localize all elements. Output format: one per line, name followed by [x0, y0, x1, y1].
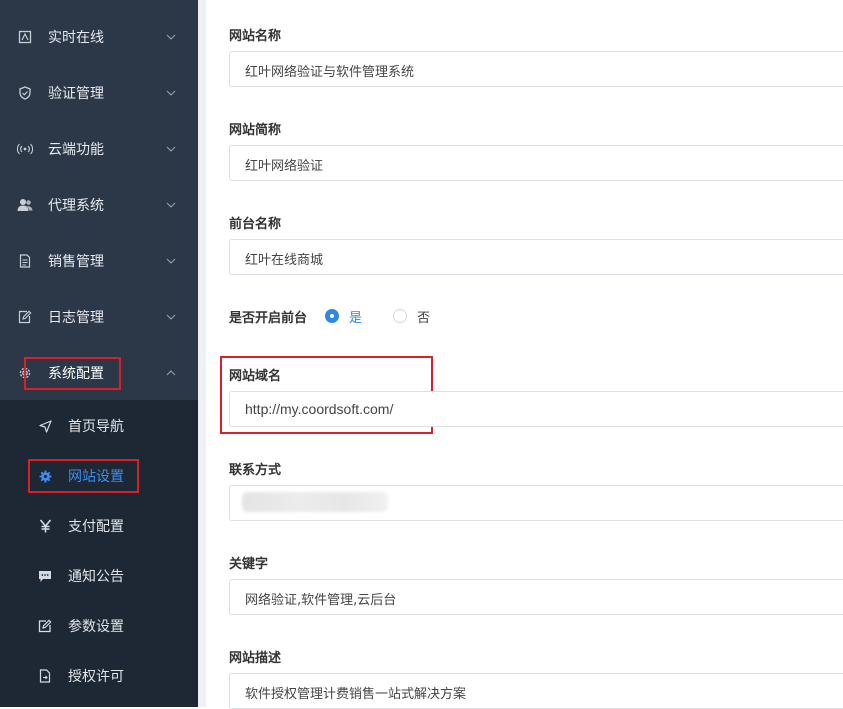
shield-icon	[16, 84, 34, 102]
users-icon	[16, 196, 34, 214]
chevron-up-icon	[166, 370, 176, 376]
yen-icon	[37, 518, 53, 534]
chat-icon	[37, 568, 53, 584]
front-name-label: 前台名称	[229, 217, 282, 232]
submenu-item-payment[interactable]: 支付配置	[0, 501, 198, 551]
chevron-down-icon	[166, 34, 176, 40]
sidebar-item-label: 云端功能	[48, 142, 104, 158]
sidebar-item-label: 实时在线	[48, 30, 104, 46]
document-icon	[16, 252, 34, 270]
license-icon	[37, 668, 53, 684]
sidebar-item-label: 日志管理	[48, 310, 104, 326]
domain-label: 网站域名	[229, 369, 282, 384]
edit-icon	[37, 618, 53, 634]
keywords-label: 关键字	[229, 557, 269, 572]
contact-label: 联系方式	[229, 463, 282, 478]
keywords-value: 网络验证,软件管理,云后台	[245, 593, 397, 608]
chevron-down-icon	[166, 314, 176, 320]
front-name-value: 红叶在线商城	[245, 253, 324, 268]
submenu-item-notice[interactable]: 通知公告	[0, 551, 198, 601]
chevron-down-icon	[166, 146, 176, 152]
navigation-icon	[37, 418, 53, 434]
highlight-system-config	[24, 357, 121, 390]
submenu-item-label: 支付配置	[68, 519, 124, 535]
site-short-name-label: 网站简称	[229, 123, 282, 138]
sidebar-item-label: 销售管理	[48, 254, 104, 270]
sidebar-item-verification[interactable]: 验证管理	[0, 65, 198, 121]
submenu-item-label: 参数设置	[68, 619, 124, 635]
front-toggle-no-label[interactable]: 否	[417, 307, 430, 326]
site-short-name-input[interactable]: 红叶网络验证	[229, 145, 843, 181]
sidebar-item-logs[interactable]: 日志管理	[0, 289, 198, 345]
submenu-item-home-nav[interactable]: 首页导航	[0, 401, 198, 451]
submenu-item-label: 首页导航	[68, 419, 124, 435]
submenu-item-license[interactable]: 授权许可	[0, 651, 198, 701]
sidebar-gutter	[198, 0, 206, 707]
broadcast-icon	[16, 140, 34, 158]
front-name-input[interactable]: 红叶在线商城	[229, 239, 843, 275]
highlight-site-settings	[28, 459, 139, 493]
domain-value: http://my.coordsoft.com/	[245, 401, 394, 417]
edit-log-icon	[16, 308, 34, 326]
keywords-input[interactable]: 网络验证,软件管理,云后台	[229, 579, 843, 615]
submenu-item-label: 通知公告	[68, 569, 124, 585]
site-name-value: 红叶网络验证与软件管理系统	[245, 65, 415, 80]
sidebar-item-sales[interactable]: 销售管理	[0, 233, 198, 289]
submenu-system-config: 首页导航 网站设置 支付配置 通知公告 参数设置 授权许可	[0, 400, 198, 707]
sidebar: 实时在线 验证管理 云端功能 代理系统 销售管理 日志管理 系统配置 首页导航 …	[0, 0, 198, 707]
contact-redacted	[242, 492, 388, 512]
monitor-icon	[16, 28, 34, 46]
description-label: 网站描述	[229, 651, 282, 666]
site-name-label: 网站名称	[229, 29, 282, 44]
description-input[interactable]: 软件授权管理计费销售一站式解决方案	[229, 673, 843, 709]
submenu-item-label: 授权许可	[68, 669, 124, 685]
chevron-down-icon	[166, 202, 176, 208]
front-toggle-label: 是否开启前台	[229, 311, 308, 326]
front-toggle-yes-radio[interactable]	[325, 309, 339, 323]
chevron-down-icon	[166, 90, 176, 96]
sidebar-item-label: 代理系统	[48, 198, 104, 214]
chevron-down-icon	[166, 258, 176, 264]
submenu-item-params[interactable]: 参数设置	[0, 601, 198, 651]
site-short-name-value: 红叶网络验证	[245, 159, 324, 174]
site-name-input[interactable]: 红叶网络验证与软件管理系统	[229, 51, 843, 87]
front-toggle-yes-label[interactable]: 是	[349, 307, 362, 326]
sidebar-item-label: 验证管理	[48, 86, 104, 102]
sidebar-item-realtime-online[interactable]: 实时在线	[0, 9, 198, 65]
front-toggle-no-radio[interactable]	[393, 309, 407, 323]
sidebar-item-cloud[interactable]: 云端功能	[0, 121, 198, 177]
domain-input[interactable]: http://my.coordsoft.com/	[229, 391, 843, 427]
sidebar-item-agent[interactable]: 代理系统	[0, 177, 198, 233]
description-value: 软件授权管理计费销售一站式解决方案	[245, 687, 467, 702]
